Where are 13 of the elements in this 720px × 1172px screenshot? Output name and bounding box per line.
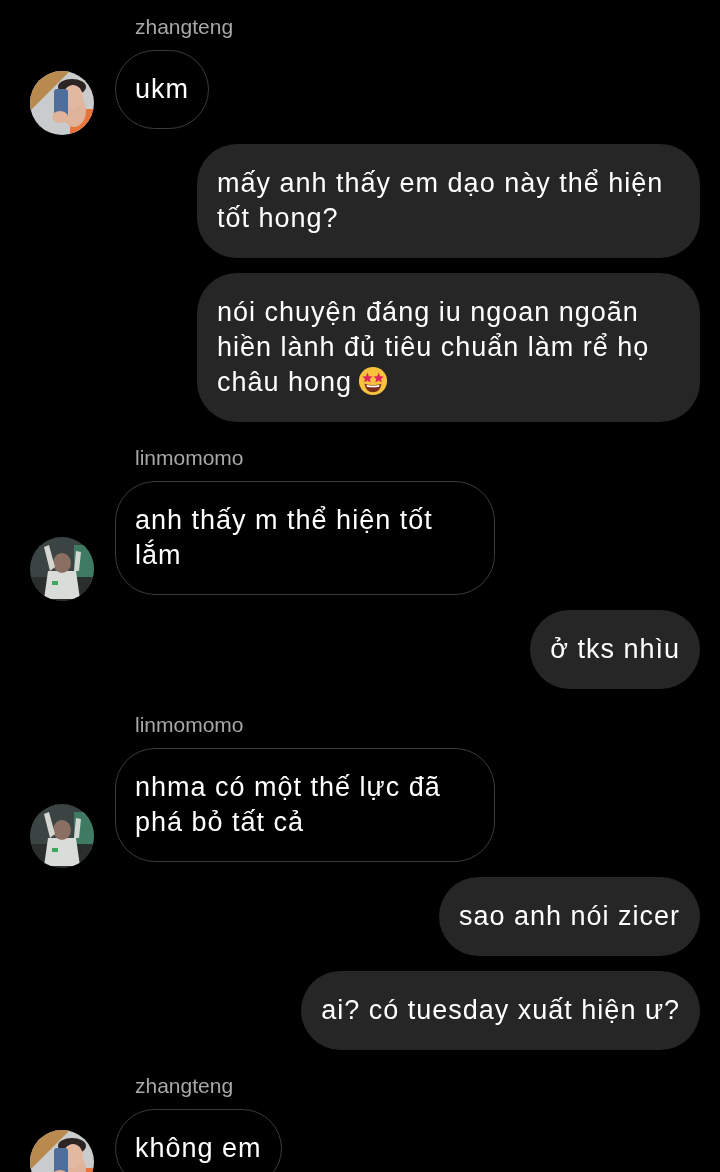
message-bubble: mấy anh thấy em dạo này thể hiện tốt hong? [197, 144, 700, 258]
message-bubble: ukm [115, 50, 209, 129]
message-bubble: anh thấy m thể hiện tốt lắm [115, 481, 495, 595]
message-bubble: không em [115, 1109, 282, 1172]
message-bubble: ai? có tuesday xuất hiện ư? [301, 971, 700, 1050]
message-bubble: sao anh nói zicer [438, 877, 700, 956]
message-bubble: nhma có một thế lực đã phá bỏ tất cả [115, 748, 495, 862]
sender-name: zhangteng [135, 14, 235, 40]
sender-name: linmomomo [135, 712, 245, 738]
message-bubble: nói chuyện đáng iu ngoan ngoãn hiền lành đủ tiêu chuẩn làm rể họ châu hong [197, 273, 700, 422]
sender-name: zhangteng [135, 1073, 235, 1099]
message-bubble: ở tks nhìu [530, 610, 700, 689]
sender-name: linmomomo [135, 445, 245, 471]
